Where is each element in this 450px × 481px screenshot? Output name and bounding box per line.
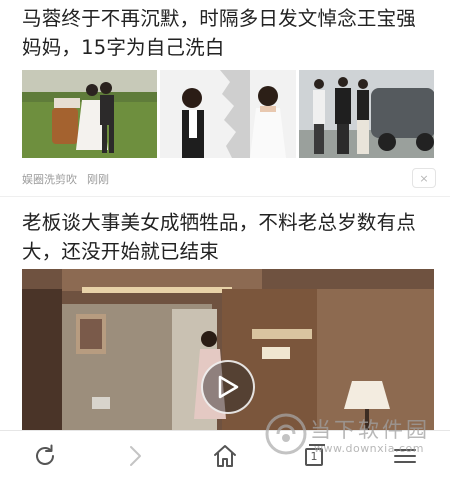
refresh-button[interactable]	[0, 431, 90, 481]
close-icon: ×	[419, 171, 429, 185]
tab-count: 1	[310, 450, 318, 463]
menu-button[interactable]	[360, 431, 450, 481]
thumbnail-image	[298, 70, 434, 158]
timestamp: 刚刚	[87, 173, 109, 186]
home-button[interactable]	[180, 431, 270, 481]
dismiss-button[interactable]: ×	[412, 168, 436, 188]
source-label: 娱圈洗剪吹	[22, 173, 77, 186]
play-button[interactable]	[201, 360, 255, 414]
article-title[interactable]: 马蓉终于不再沉默，时隔多日发文悼念王宝强妈妈，15字为自己洗白	[22, 4, 434, 62]
forward-button[interactable]	[90, 431, 180, 481]
refresh-icon	[36, 444, 54, 465]
tabs-button[interactable]: 1	[270, 431, 360, 481]
bottom-toolbar: 1	[0, 430, 450, 481]
article-title[interactable]: 老板谈大事美女成牺牲品，不料老总岁数有点大，还没开始就已结束	[22, 208, 434, 266]
forward-icon	[130, 446, 141, 466]
thumbnail-image	[22, 70, 158, 158]
thumbnail-image	[160, 70, 296, 158]
home-icon	[214, 445, 236, 467]
menu-icon	[394, 449, 416, 463]
play-icon	[218, 375, 239, 399]
news-item[interactable]: 马蓉终于不再沉默，时隔多日发文悼念王宝强妈妈，15字为自己洗白 娱圈洗剪吹 刚刚…	[0, 0, 450, 197]
tabs-icon: 1	[303, 444, 327, 468]
thumbnail-strip	[22, 70, 434, 158]
article-meta: 娱圈洗剪吹 刚刚	[22, 171, 109, 187]
